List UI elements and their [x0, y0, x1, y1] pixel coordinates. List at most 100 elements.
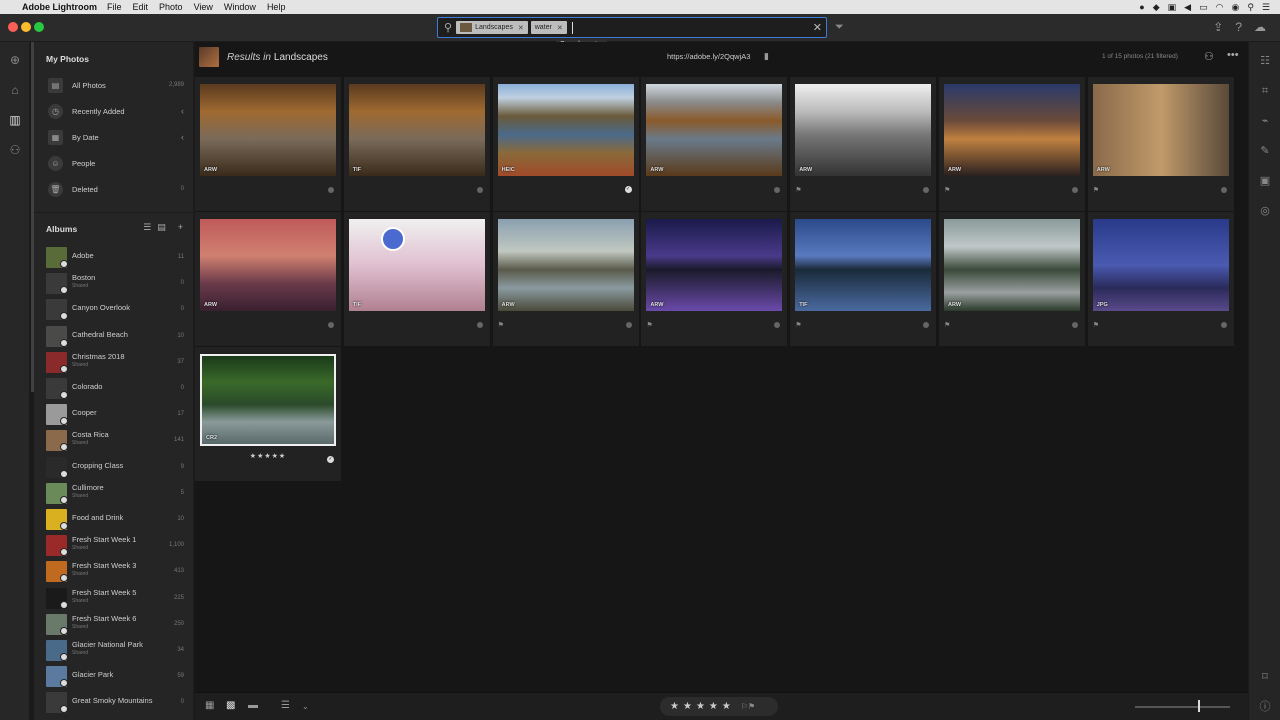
single-view-icon[interactable]: ▬ — [248, 700, 258, 711]
photo-cell[interactable]: ARW ⚑ — [641, 212, 788, 346]
copy-link-icon[interactable]: ▮ — [764, 51, 769, 62]
volume-icon[interactable]: ◀ — [1184, 2, 1191, 13]
star-rating[interactable]: ★★★★★ — [195, 452, 341, 460]
user-icon[interactable]: ◉ — [1231, 2, 1239, 13]
photo-cell[interactable]: JPG ⚑ — [1087, 212, 1234, 346]
flag-icon[interactable]: ⚑ — [646, 321, 652, 329]
home-icon[interactable]: ⌂ — [7, 82, 23, 98]
album-item[interactable]: Glacier Park 59 — [34, 664, 193, 690]
album-item[interactable]: Christmas 2018 Shared 37 — [34, 350, 193, 376]
photo-thumbnail[interactable]: ARW — [200, 84, 336, 176]
search-chip-keyword[interactable]: water ✕ — [530, 21, 567, 34]
photo-thumbnail[interactable]: TIF — [348, 84, 485, 176]
album-item[interactable]: Cooper 17 — [34, 402, 193, 428]
photo-cell[interactable]: ARW ⚑ — [1087, 77, 1234, 211]
photo-cell[interactable]: ARW ⚑ — [939, 77, 1085, 211]
album-item[interactable]: Costa Rica Shared 141 — [34, 428, 193, 454]
photo-cell[interactable]: TIF ⚑ — [790, 212, 937, 346]
clear-search-icon[interactable]: ✕ — [813, 21, 822, 34]
album-item[interactable]: Colorado 0 — [34, 376, 193, 402]
flag-icon[interactable]: ⚑ — [795, 186, 801, 194]
flag-icon[interactable]: ⚑ — [944, 186, 950, 194]
photo-thumbnail[interactable]: ARW — [646, 84, 783, 176]
tag-icon[interactable]: ⌑ — [1258, 670, 1272, 684]
album-item[interactable]: Fresh Start Week 5 Shared 225 — [34, 586, 193, 612]
people-icon[interactable]: ⚇ — [7, 142, 23, 158]
zoom-window-button[interactable] — [34, 22, 44, 32]
sidebar-item-by-date[interactable]: ▦ By Date ‹ — [34, 124, 193, 150]
photo-thumbnail[interactable]: ARW — [944, 84, 1080, 176]
sort-icon[interactable]: ☰ — [281, 700, 290, 711]
menu-edit[interactable]: Edit — [133, 2, 149, 12]
menu-photo[interactable]: Photo — [159, 2, 183, 12]
list-view-icon[interactable]: ☰ — [143, 222, 151, 233]
photo-thumbnail[interactable]: ARW — [944, 219, 1080, 311]
album-item[interactable]: Fresh Start Week 3 Shared 413 — [34, 559, 193, 585]
album-item[interactable]: Fresh Start Week 6 Shared 250 — [34, 612, 193, 638]
library-icon[interactable]: ▥ — [7, 112, 23, 128]
star-4[interactable]: ★ — [709, 701, 718, 712]
chevron-left-icon[interactable]: ‹ — [181, 132, 184, 142]
album-item[interactable]: Glacier National Park Shared 34 — [34, 638, 193, 664]
photo-thumbnail[interactable]: ARW — [795, 84, 932, 176]
add-photos-icon[interactable]: ⊕ — [7, 52, 23, 68]
spotlight-icon[interactable]: ⚲ — [1247, 2, 1254, 13]
crop-icon[interactable]: ⌗ — [1258, 84, 1272, 98]
slider-handle[interactable] — [1198, 700, 1200, 712]
photo-thumbnail[interactable]: JPG — [1092, 219, 1229, 311]
photo-cell[interactable]: ARW ⚑ — [790, 77, 937, 211]
grid-large-view-icon[interactable]: ▩ — [226, 700, 235, 711]
radial-gradient-icon[interactable]: ◎ — [1258, 204, 1272, 218]
album-item[interactable]: Fresh Start Week 1 Shared 1,100 — [34, 533, 193, 559]
flag-icon[interactable]: ⚑ — [1093, 186, 1099, 194]
album-item[interactable]: Boston Shared 0 — [34, 271, 193, 297]
close-window-button[interactable] — [8, 22, 18, 32]
flag-icon[interactable]: ⚑ — [944, 321, 950, 329]
remove-chip-icon[interactable]: ✕ — [518, 24, 524, 32]
add-album-icon[interactable]: + — [178, 222, 183, 233]
star-3[interactable]: ★ — [696, 701, 705, 712]
sort-dropdown-icon[interactable]: ⌄ — [302, 702, 309, 711]
photo-thumbnail[interactable]: ARW — [646, 219, 783, 311]
wifi-icon[interactable]: ◠ — [1216, 2, 1224, 13]
edit-sliders-icon[interactable]: ☷ — [1258, 54, 1272, 68]
info-icon[interactable]: ⓘ — [1258, 700, 1272, 714]
photo-thumbnail[interactable]: ARW — [497, 219, 634, 311]
album-item[interactable]: Cathedral Beach 10 — [34, 324, 193, 350]
album-item[interactable]: Canyon Overlook 0 — [34, 297, 193, 323]
star-5[interactable]: ★ — [722, 701, 731, 712]
chevron-left-icon[interactable]: ‹ — [181, 106, 184, 116]
photo-cell[interactable]: HEIC ✓ — [492, 77, 639, 211]
photo-cell[interactable]: TIF — [343, 212, 490, 346]
album-item[interactable]: Cullimore Shared 5 — [34, 481, 193, 507]
brush-icon[interactable]: ✎ — [1258, 144, 1272, 158]
photo-cell[interactable]: ARW — [195, 212, 341, 346]
share-link[interactable]: https://adobe.ly/2QqwjA3 — [667, 52, 750, 61]
linear-gradient-icon[interactable]: ▣ — [1258, 174, 1272, 188]
healing-icon[interactable]: ⌁ — [1258, 114, 1272, 128]
album-item[interactable]: Great Smoky Mountains 0 — [34, 690, 193, 716]
remove-chip-icon[interactable]: ✕ — [557, 24, 563, 32]
menu-help[interactable]: Help — [267, 2, 286, 12]
screen-icon[interactable]: ▣ — [1168, 2, 1177, 13]
share-people-icon[interactable]: ⚇ — [1204, 50, 1214, 63]
sidebar-item-people[interactable]: ☺ People — [34, 150, 193, 176]
search-chip-album[interactable]: Landscapes ✕ — [456, 21, 528, 34]
app-menu[interactable]: Adobe Lightroom — [22, 2, 97, 12]
album-item[interactable]: Cropping Class 9 — [34, 455, 193, 481]
menu-window[interactable]: Window — [224, 2, 256, 12]
thumbnail-size-slider[interactable] — [1135, 706, 1230, 708]
photo-thumbnail[interactable]: CR2 — [200, 354, 336, 446]
detail-view-icon[interactable]: ▤ — [157, 222, 166, 233]
grid-small-view-icon[interactable]: ▦ — [205, 700, 214, 711]
photo-thumbnail[interactable]: ARW — [200, 219, 336, 311]
flag-icon[interactable]: ⚑ — [795, 321, 801, 329]
star-1[interactable]: ★ — [670, 701, 679, 712]
sidebar-item-recently-added[interactable]: ◷ Recently Added ‹ — [34, 98, 193, 124]
flag-icon[interactable]: ⚑ — [498, 321, 504, 329]
photo-cell[interactable]: CR2 ★★★★★ ✓ — [195, 347, 341, 481]
cloud-icon[interactable]: ☁ — [1254, 20, 1266, 34]
photo-cell[interactable]: TIF — [343, 77, 490, 211]
search-field[interactable]: ⚲ Landscapes ✕ water ✕ ✕ — [437, 17, 827, 38]
photo-cell[interactable]: ARW — [195, 77, 341, 211]
